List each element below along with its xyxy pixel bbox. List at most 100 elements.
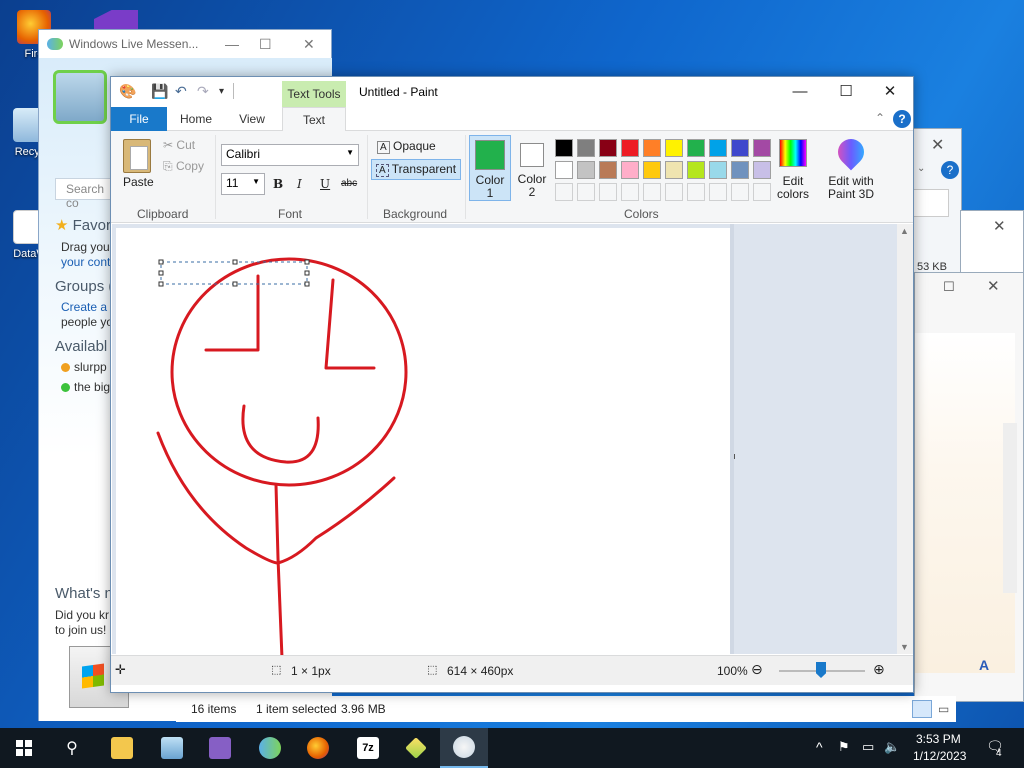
italic-button[interactable]: I	[297, 177, 302, 191]
close-icon[interactable]: ✕	[303, 36, 315, 53]
custom-color-slot[interactable]	[577, 183, 595, 201]
palette-swatch[interactable]	[731, 161, 749, 179]
large-icons-view-icon[interactable]: ▭	[938, 702, 949, 716]
scroll-up-icon[interactable]: ▲	[900, 226, 909, 236]
search-input[interactable]: Search co	[55, 178, 115, 210]
palette-swatch[interactable]	[621, 161, 639, 179]
font-family-select[interactable]: Calibri ▼	[221, 144, 359, 166]
cut-button[interactable]: ✂ Cut	[163, 138, 195, 152]
custom-color-slot[interactable]	[753, 183, 771, 201]
palette-swatch[interactable]	[753, 161, 771, 179]
strikethrough-button[interactable]: abc	[341, 178, 357, 189]
undo-icon[interactable]: ↶	[175, 83, 187, 100]
custom-color-slot[interactable]	[643, 183, 661, 201]
tab-home[interactable]: Home	[169, 107, 223, 131]
create-group-link[interactable]: Create a g	[61, 300, 117, 314]
volume-icon[interactable]: 🔈	[884, 739, 900, 755]
taskbar-messenger[interactable]	[246, 728, 294, 768]
paste-button[interactable]: Paste	[123, 175, 154, 189]
custom-color-slot[interactable]	[687, 183, 705, 201]
custom-color-slot[interactable]	[665, 183, 683, 201]
maximize-button[interactable]: ☐	[823, 81, 869, 103]
taskbar-paint[interactable]	[440, 728, 488, 768]
chevron-down-icon[interactable]: ⌄	[917, 163, 925, 174]
palette-swatch[interactable]	[577, 139, 595, 157]
details-view-icon[interactable]	[912, 700, 932, 718]
palette-swatch[interactable]	[665, 139, 683, 157]
underline-button[interactable]: U	[320, 177, 330, 191]
help-icon[interactable]: ?	[941, 161, 959, 179]
minimize-icon[interactable]: —	[225, 36, 239, 52]
palette-swatch[interactable]	[665, 161, 683, 179]
palette-swatch[interactable]	[687, 161, 705, 179]
taskbar-firefox[interactable]	[294, 728, 342, 768]
palette-swatch[interactable]	[599, 139, 617, 157]
messenger-titlebar[interactable]: Windows Live Messen...	[39, 30, 331, 58]
paint-titlebar[interactable]: 🎨 💾 ↶ ↷ ▾ Text Tools Untitled - Paint — …	[111, 77, 913, 107]
paste-icon[interactable]	[123, 139, 151, 173]
palette-swatch[interactable]	[599, 161, 617, 179]
search-button[interactable]: ⚲	[48, 728, 96, 768]
avatar[interactable]	[53, 70, 107, 124]
minimize-button[interactable]: —	[777, 81, 823, 103]
zoom-slider-thumb[interactable]	[816, 662, 826, 678]
color2-button[interactable]: Color 2	[515, 135, 551, 201]
scroll-down-icon[interactable]: ▼	[900, 642, 909, 652]
palette-swatch[interactable]	[577, 161, 595, 179]
custom-color-slot[interactable]	[621, 183, 639, 201]
palette-swatch[interactable]	[731, 139, 749, 157]
input-box[interactable]	[913, 189, 949, 217]
text-style-icon[interactable]: A	[979, 657, 989, 673]
bold-button[interactable]: B	[273, 177, 283, 191]
edit-colors-icon[interactable]	[779, 139, 807, 167]
edit-colors-button[interactable]: Edit colors	[775, 175, 811, 201]
customize-qat-icon[interactable]: ▾	[219, 86, 224, 97]
maximize-icon[interactable]: ☐	[943, 279, 955, 295]
taskbar-7zip[interactable]: 7z	[344, 728, 392, 768]
clock-date[interactable]: 1/12/2023	[913, 749, 966, 763]
color1-button[interactable]: Color 1	[469, 135, 511, 201]
edit-with-paint3d-button[interactable]: Edit with Paint 3D	[825, 175, 877, 201]
custom-color-slot[interactable]	[599, 183, 617, 201]
collapse-ribbon-icon[interactable]: ⌃	[875, 111, 885, 125]
drawing-canvas[interactable]	[116, 228, 730, 660]
network-flag-icon[interactable]: ⚑	[838, 739, 850, 755]
palette-swatch[interactable]	[687, 139, 705, 157]
taskbar-tool[interactable]	[392, 728, 440, 768]
help-icon[interactable]: ?	[893, 110, 911, 128]
clock-time[interactable]: 3:53 PM	[916, 732, 961, 746]
close-button[interactable]: ✕	[867, 81, 913, 103]
close-icon[interactable]: ✕	[987, 277, 1000, 295]
tab-file[interactable]: File	[111, 107, 167, 131]
scrollbar[interactable]	[1003, 423, 1017, 593]
paint3d-icon[interactable]	[832, 133, 870, 171]
opaque-button[interactable]: A Opaque	[373, 137, 440, 156]
palette-swatch[interactable]	[621, 139, 639, 157]
redo-icon[interactable]: ↷	[197, 83, 209, 100]
save-icon[interactable]: 💾	[151, 83, 168, 100]
palette-swatch[interactable]	[555, 161, 573, 179]
tab-text[interactable]: Text	[282, 107, 346, 132]
zoom-in-button[interactable]: ⊕	[873, 661, 885, 678]
close-icon[interactable]: ✕	[993, 217, 1006, 235]
taskbar-file-explorer[interactable]	[98, 728, 146, 768]
taskbar-visual-studio[interactable]	[196, 728, 244, 768]
network-icon[interactable]: ▭	[862, 739, 874, 755]
custom-color-slot[interactable]	[555, 183, 573, 201]
custom-color-slot[interactable]	[709, 183, 727, 201]
palette-swatch[interactable]	[643, 161, 661, 179]
show-hidden-icons[interactable]: ^	[816, 739, 823, 755]
font-size-select[interactable]: 11 ▼	[221, 173, 265, 195]
vertical-scrollbar[interactable]: ▲ ▼	[897, 224, 913, 654]
taskbar-control-panel[interactable]	[148, 728, 196, 768]
palette-swatch[interactable]	[709, 139, 727, 157]
contact-item[interactable]: slurpp	[61, 360, 107, 374]
maximize-icon[interactable]: ☐	[259, 36, 272, 53]
palette-swatch[interactable]	[555, 139, 573, 157]
contact-item[interactable]: the big	[61, 380, 110, 394]
palette-swatch[interactable]	[709, 161, 727, 179]
palette-swatch[interactable]	[643, 139, 661, 157]
close-icon[interactable]: ✕	[931, 135, 944, 155]
copy-button[interactable]: ⎘ Copy	[163, 159, 204, 174]
start-button[interactable]	[0, 728, 48, 768]
